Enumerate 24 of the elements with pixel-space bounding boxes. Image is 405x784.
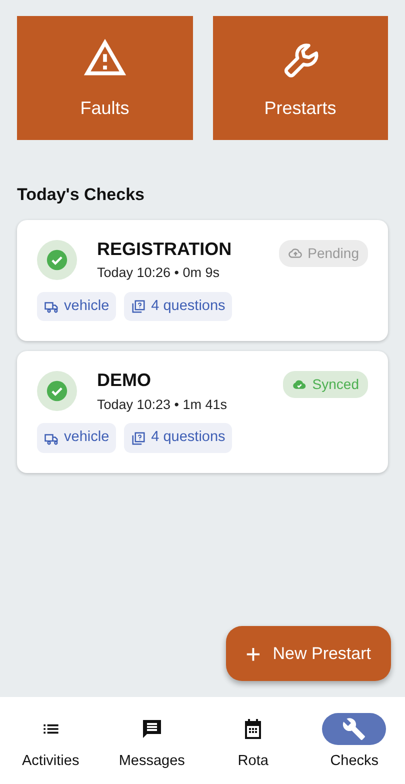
- tile-button[interactable]: Faults: [17, 16, 192, 140]
- nav-tab[interactable]: Rota: [202, 697, 304, 784]
- nav-tab[interactable]: Activities: [0, 697, 102, 784]
- cloud-upload-icon: [288, 246, 303, 260]
- tag-chip: 4 questions: [124, 292, 232, 322]
- sync-status-badge: Synced: [283, 371, 368, 398]
- tile-button[interactable]: Prestarts: [212, 16, 388, 140]
- tag-chip: vehicle: [37, 292, 116, 322]
- check-time: Today 10:26 • 0m 9s: [97, 264, 221, 282]
- nav-tab[interactable]: Messages: [101, 697, 202, 784]
- check-card[interactable]: DEMO Today 10:23 • 1m 41s Synced vehicle 4 questions: [17, 351, 388, 474]
- check-title: DEMO: [97, 371, 152, 392]
- section-heading: Today's Checks: [17, 184, 146, 206]
- question-pages-icon: [131, 298, 146, 314]
- check-card[interactable]: REGISTRATION Today 10:26 • 0m 9s Pending vehicle 4 questions: [17, 220, 388, 342]
- nav-tab[interactable]: Checks: [304, 697, 405, 784]
- tag-chip: vehicle: [37, 423, 116, 454]
- check-time: Today 10:23 • 1m 41s: [97, 396, 228, 414]
- question-pages-icon: [131, 430, 146, 446]
- check-title: REGISTRATION: [97, 240, 233, 260]
- wrench-icon: [342, 717, 366, 741]
- sync-status-badge: Pending: [278, 240, 368, 266]
- tag-chip: 4 questions: [124, 423, 232, 454]
- new-prestart-button[interactable]: + New Prestart: [226, 626, 391, 681]
